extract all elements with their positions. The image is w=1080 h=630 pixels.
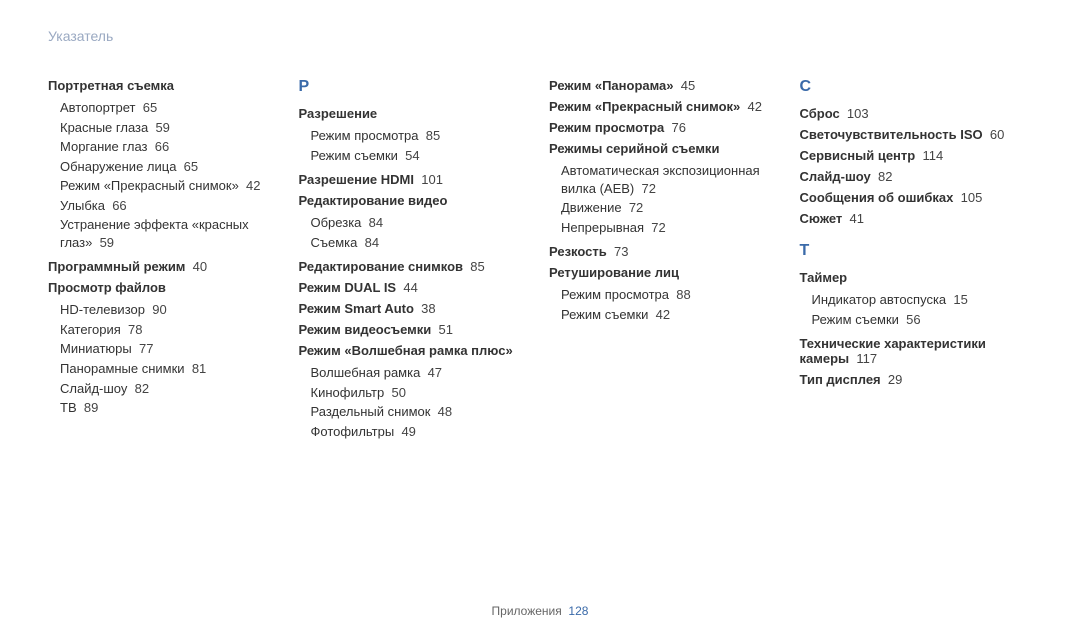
index-entry: Устранение эффекта «красных глаз» 59 xyxy=(60,216,281,251)
sublist: Режим просмотра 88 Режим съемки 42 xyxy=(561,286,782,323)
column-1: Портретная съемка Автопортрет 65 Красные… xyxy=(48,78,281,448)
index-heading: Сервисный центр 114 xyxy=(800,148,1033,163)
index-heading: Сообщения об ошибках 105 xyxy=(800,190,1033,205)
index-heading: Режим «Волшебная рамка плюс» xyxy=(299,343,532,358)
index-entry: Режим съемки 42 xyxy=(561,306,782,324)
index-entry: Автоматическая экспозиционная вилка (AEB… xyxy=(561,162,782,197)
index-heading: Тип дисплея 29 xyxy=(800,372,1033,387)
index-heading: Просмотр файлов xyxy=(48,280,281,295)
column-2: Р Разрешение Режим просмотра 85 Режим съ… xyxy=(299,78,532,448)
index-heading: Программный режим 40 xyxy=(48,259,281,274)
sublist: Режим просмотра 85 Режим съемки 54 xyxy=(311,127,532,164)
footer-page-number: 128 xyxy=(568,604,588,618)
index-entry: Съемка 84 xyxy=(311,234,532,252)
index-entry: ТВ 89 xyxy=(60,399,281,417)
index-heading: Режим Smart Auto 38 xyxy=(299,301,532,316)
index-entry: Движение 72 xyxy=(561,199,782,217)
section-title: Указатель xyxy=(48,28,1032,44)
index-entry: Панорамные снимки 81 xyxy=(60,360,281,378)
index-entry: Автопортрет 65 xyxy=(60,99,281,117)
index-entry: Режим «Прекрасный снимок» 42 xyxy=(60,177,281,195)
index-entry: Волшебная рамка 47 xyxy=(311,364,532,382)
index-entry: HD-телевизор 90 xyxy=(60,301,281,319)
page-footer: Приложения 128 xyxy=(0,604,1080,618)
index-page: Указатель Портретная съемка Автопортрет … xyxy=(0,0,1080,630)
index-entry: Раздельный снимок 48 xyxy=(311,403,532,421)
index-entry: Слайд-шоу 82 xyxy=(60,380,281,398)
index-entry: Непрерывная 72 xyxy=(561,219,782,237)
index-entry: Моргание глаз 66 xyxy=(60,138,281,156)
index-entry: Улыбка 66 xyxy=(60,197,281,215)
sublist: Автоматическая экспозиционная вилка (AEB… xyxy=(561,162,782,236)
index-entry: Миниатюры 77 xyxy=(60,340,281,358)
letter-heading: Р xyxy=(299,78,532,96)
index-entry: Фотофильтры 49 xyxy=(311,423,532,441)
index-entry: Красные глаза 59 xyxy=(60,119,281,137)
sublist: HD-телевизор 90 Категория 78 Миниатюры 7… xyxy=(60,301,281,416)
index-columns: Портретная съемка Автопортрет 65 Красные… xyxy=(48,78,1032,448)
index-heading: Режимы серийной съемки xyxy=(549,141,782,156)
index-entry: Обнаружение лица 65 xyxy=(60,158,281,176)
index-heading: Портретная съемка xyxy=(48,78,281,93)
index-heading: Ретуширование лиц xyxy=(549,265,782,280)
sublist: Автопортрет 65 Красные глаза 59 Моргание… xyxy=(60,99,281,251)
column-3: Режим «Панорама» 45 Режим «Прекрасный сн… xyxy=(549,78,782,448)
index-heading: Резкость 73 xyxy=(549,244,782,259)
index-heading: Сюжет 41 xyxy=(800,211,1033,226)
index-heading: Режим «Панорама» 45 xyxy=(549,78,782,93)
index-heading: Редактирование видео xyxy=(299,193,532,208)
index-entry: Индикатор автоспуска 15 xyxy=(812,291,1033,309)
index-entry: Кинофильтр 50 xyxy=(311,384,532,402)
index-entry: Обрезка 84 xyxy=(311,214,532,232)
index-heading: Слайд-шоу 82 xyxy=(800,169,1033,184)
footer-label: Приложения xyxy=(492,604,562,618)
index-heading: Таймер xyxy=(800,270,1033,285)
index-heading: Технические характеристики камеры 117 xyxy=(800,336,1033,366)
sublist: Индикатор автоспуска 15 Режим съемки 56 xyxy=(812,291,1033,328)
column-4: С Сброс 103 Светочувствительность ISO 60… xyxy=(800,78,1033,448)
index-entry: Режим съемки 56 xyxy=(812,311,1033,329)
index-heading: Режим просмотра 76 xyxy=(549,120,782,135)
index-heading: Режим DUAL IS 44 xyxy=(299,280,532,295)
index-entry: Режим съемки 54 xyxy=(311,147,532,165)
index-heading: Режим «Прекрасный снимок» 42 xyxy=(549,99,782,114)
sublist: Обрезка 84 Съемка 84 xyxy=(311,214,532,251)
index-entry: Режим просмотра 88 xyxy=(561,286,782,304)
letter-heading: С xyxy=(800,78,1033,96)
index-entry: Категория 78 xyxy=(60,321,281,339)
index-entry: Режим просмотра 85 xyxy=(311,127,532,145)
index-heading: Сброс 103 xyxy=(800,106,1033,121)
sublist: Волшебная рамка 47 Кинофильтр 50 Раздель… xyxy=(311,364,532,440)
index-heading: Редактирование снимков 85 xyxy=(299,259,532,274)
index-heading: Разрешение HDMI 101 xyxy=(299,172,532,187)
letter-heading: Т xyxy=(800,242,1033,260)
index-heading: Светочувствительность ISO 60 xyxy=(800,127,1033,142)
index-heading: Разрешение xyxy=(299,106,532,121)
index-heading: Режим видеосъемки 51 xyxy=(299,322,532,337)
